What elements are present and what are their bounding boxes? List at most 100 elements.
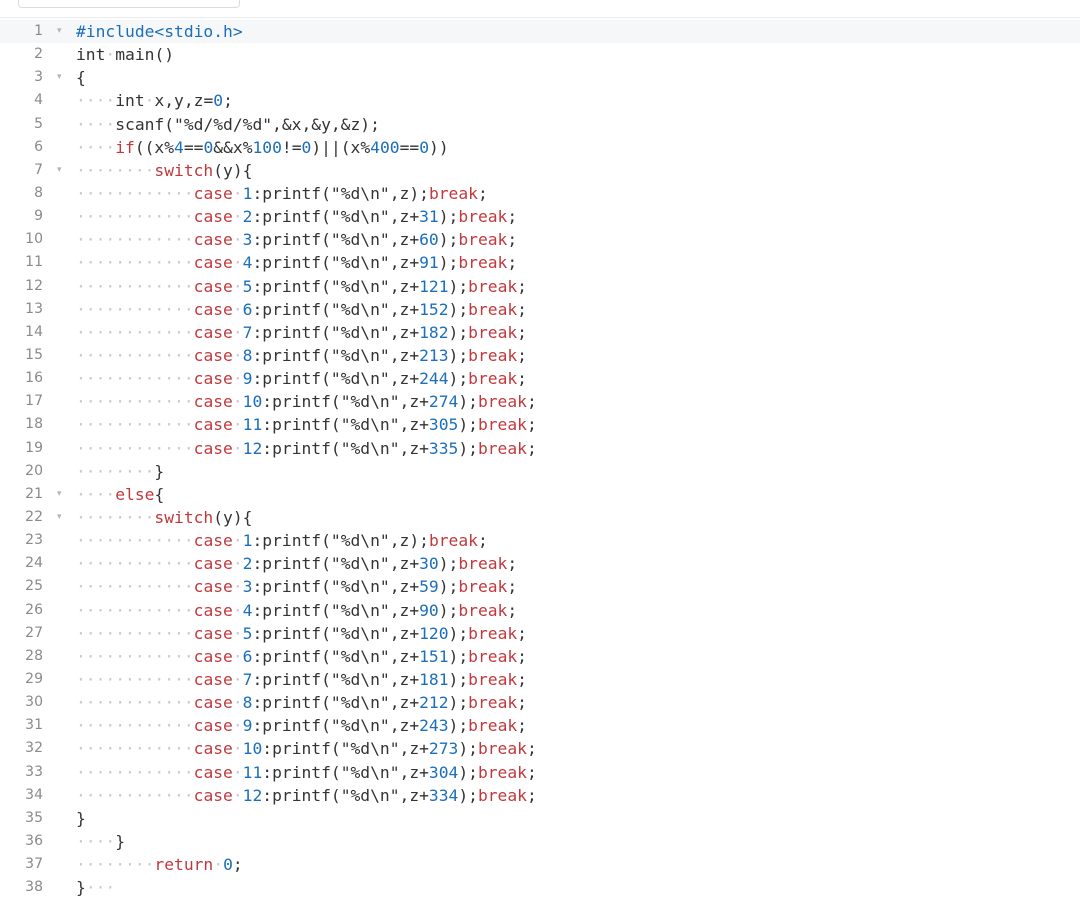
code-line[interactable]: 14 ············case·7:printf("%d\n",z+182… <box>0 321 1080 344</box>
code-token: case <box>193 739 233 759</box>
code-token: break <box>468 299 518 319</box>
code-line[interactable]: 27 ············case·5:printf("%d\n",z+120… <box>0 622 1080 645</box>
code-line[interactable]: 17 ············case·10:printf("%d\n",z+27… <box>0 390 1080 413</box>
code-token: :printf("%d\n",z+ <box>262 415 429 435</box>
code-line[interactable]: 9 ············case·2:printf("%d\n",z+31);… <box>0 205 1080 228</box>
code-editor[interactable]: 1 ▾ #include<stdio.h> 2 int·main() 3 ▾{4 ····in… <box>0 20 1080 906</box>
line-number: 4 <box>34 92 43 109</box>
code-token: ; <box>526 762 537 782</box>
code-line[interactable]: 12 ············case·5:printf("%d\n",z+121… <box>0 275 1080 298</box>
code-line[interactable]: 21 ▾ ····else{ <box>0 483 1080 506</box>
whitespace-marker: ············ <box>76 669 194 689</box>
code-token: ); <box>448 716 469 736</box>
code-token: 5 <box>242 276 253 296</box>
code-line[interactable]: 29 ············case·7:printf("%d\n",z+181… <box>0 668 1080 691</box>
code-token: break <box>477 392 527 412</box>
line-number: 31 <box>25 717 43 734</box>
code-text: ············case·2:printf("%d\n",z+31);b… <box>76 205 517 228</box>
code-text: #include<stdio.h> <box>76 20 243 43</box>
code-token: 8 <box>242 345 253 365</box>
code-line[interactable]: 31 ············case·9:printf("%d\n",z+243… <box>0 714 1080 737</box>
code-token: break <box>458 577 508 597</box>
code-line[interactable]: 16 ············case·9:printf("%d\n",z+244… <box>0 367 1080 390</box>
code-token: ); <box>448 345 469 365</box>
code-token: 2 <box>242 554 253 574</box>
code-line[interactable]: 37 ········return·0; <box>0 853 1080 876</box>
code-token: } <box>76 878 86 898</box>
line-number: 15 <box>25 346 43 363</box>
code-token: :printf("%d\n",z+ <box>262 762 429 782</box>
code-token: break <box>458 253 508 273</box>
whitespace-marker: · <box>232 623 243 643</box>
whitespace-marker: ············ <box>76 646 194 666</box>
code-line[interactable]: 24 ············case·2:printf("%d\n",z+30)… <box>0 552 1080 575</box>
whitespace-marker: · <box>232 531 243 551</box>
code-token: 0 <box>213 91 224 111</box>
editor-tab[interactable] <box>18 0 240 8</box>
whitespace-marker: ············ <box>76 276 194 296</box>
fold-arrow-icon[interactable]: ▾ <box>57 483 62 506</box>
fold-arrow-icon[interactable]: ▾ <box>57 20 62 43</box>
code-line[interactable]: 1 ▾ #include<stdio.h> <box>0 20 1080 44</box>
code-token: :printf("%d\n",z+ <box>252 646 420 666</box>
code-line[interactable]: 26 ············case·4:printf("%d\n",z+90)… <box>0 599 1080 622</box>
code-line[interactable]: 11 ············case·4:printf("%d\n",z+91)… <box>0 251 1080 274</box>
line-number: 35 <box>25 809 43 826</box>
code-token: :printf("%d\n",z+ <box>252 276 420 296</box>
code-line[interactable]: 38}··· <box>0 876 1080 899</box>
fold-arrow-icon[interactable]: ▾ <box>57 159 62 182</box>
whitespace-marker: · <box>232 600 243 620</box>
code-line[interactable]: 23 ············case·1:printf("%d\n",z);br… <box>0 529 1080 552</box>
code-token: 30 <box>419 554 439 574</box>
fold-arrow-icon[interactable]: ▾ <box>57 506 62 529</box>
code-line[interactable]: 5 ····scanf("%d/%d/%d",&x,&y,&z); <box>0 113 1080 136</box>
whitespace-marker: · <box>232 183 243 203</box>
code-token: ; <box>507 230 518 250</box>
whitespace-marker: ············ <box>76 554 194 574</box>
code-line[interactable]: 4 ····int·x,y,z=0; <box>0 89 1080 112</box>
code-line[interactable]: 20 ········} <box>0 460 1080 483</box>
whitespace-marker: ············ <box>76 577 194 597</box>
code-line[interactable]: 22 ▾ ········switch(y){ <box>0 506 1080 529</box>
whitespace-marker: ············ <box>76 369 194 389</box>
code-line[interactable]: 7 ▾ ········switch(y){ <box>0 159 1080 182</box>
code-line[interactable]: 30 ············case·8:printf("%d\n",z+212… <box>0 691 1080 714</box>
code-token: 5 <box>242 623 253 643</box>
code-token: case <box>193 369 233 389</box>
code-line[interactable]: 34 ············case·12:printf("%d\n",z+33… <box>0 784 1080 807</box>
code-line[interactable]: 19 ············case·12:printf("%d\n",z+33… <box>0 437 1080 460</box>
code-token: 4 <box>242 600 253 620</box>
code-token: int <box>115 91 145 111</box>
line-number: 28 <box>25 647 43 664</box>
code-text: ····} <box>76 830 125 853</box>
fold-arrow-icon[interactable]: ▾ <box>57 66 62 89</box>
code-line[interactable]: 35} <box>0 807 1080 830</box>
code-line[interactable]: 25 ············case·3:printf("%d\n",z+59)… <box>0 575 1080 598</box>
code-token: 60 <box>419 230 439 250</box>
code-text: ············case·7:printf("%d\n",z+182);… <box>76 321 527 344</box>
code-token: break <box>468 669 518 689</box>
code-line[interactable]: 3 ▾ { <box>0 66 1080 89</box>
whitespace-marker: ············ <box>76 207 194 227</box>
code-token: ; <box>517 369 527 389</box>
whitespace-marker: ············ <box>76 230 194 250</box>
code-line[interactable]: 6 ····if((x%4==0&&x%100!=0)||(x%400==0)) <box>0 136 1080 159</box>
code-token: ; <box>477 531 488 551</box>
code-line[interactable]: 10 ············case·3:printf("%d\n",z+60)… <box>0 228 1080 251</box>
code-line[interactable]: 28 ············case·6:printf("%d\n",z+151… <box>0 645 1080 668</box>
code-text: ············case·4:printf("%d\n",z+90);b… <box>76 599 517 622</box>
code-line[interactable]: 36 ····} <box>0 830 1080 853</box>
code-token: case <box>193 785 233 805</box>
code-line[interactable]: 33 ············case·11:printf("%d\n",z+30… <box>0 761 1080 784</box>
code-line[interactable]: 2 int·main() <box>0 43 1080 66</box>
code-token: 3 <box>242 230 253 250</box>
code-token: :printf("%d\n",z+ <box>252 369 420 389</box>
code-line[interactable]: 32 ············case·10:printf("%d\n",z+27… <box>0 737 1080 760</box>
line-number: 9 <box>34 208 43 225</box>
code-line[interactable]: 13 ············case·6:printf("%d\n",z+152… <box>0 298 1080 321</box>
code-line[interactable]: 18 ············case·11:printf("%d\n",z+30… <box>0 413 1080 436</box>
code-line[interactable]: 15 ············case·8:printf("%d\n",z+213… <box>0 344 1080 367</box>
whitespace-marker: ············ <box>76 531 194 551</box>
line-number: 17 <box>25 393 43 410</box>
code-line[interactable]: 8 ············case·1:printf("%d\n",z);bre… <box>0 182 1080 205</box>
